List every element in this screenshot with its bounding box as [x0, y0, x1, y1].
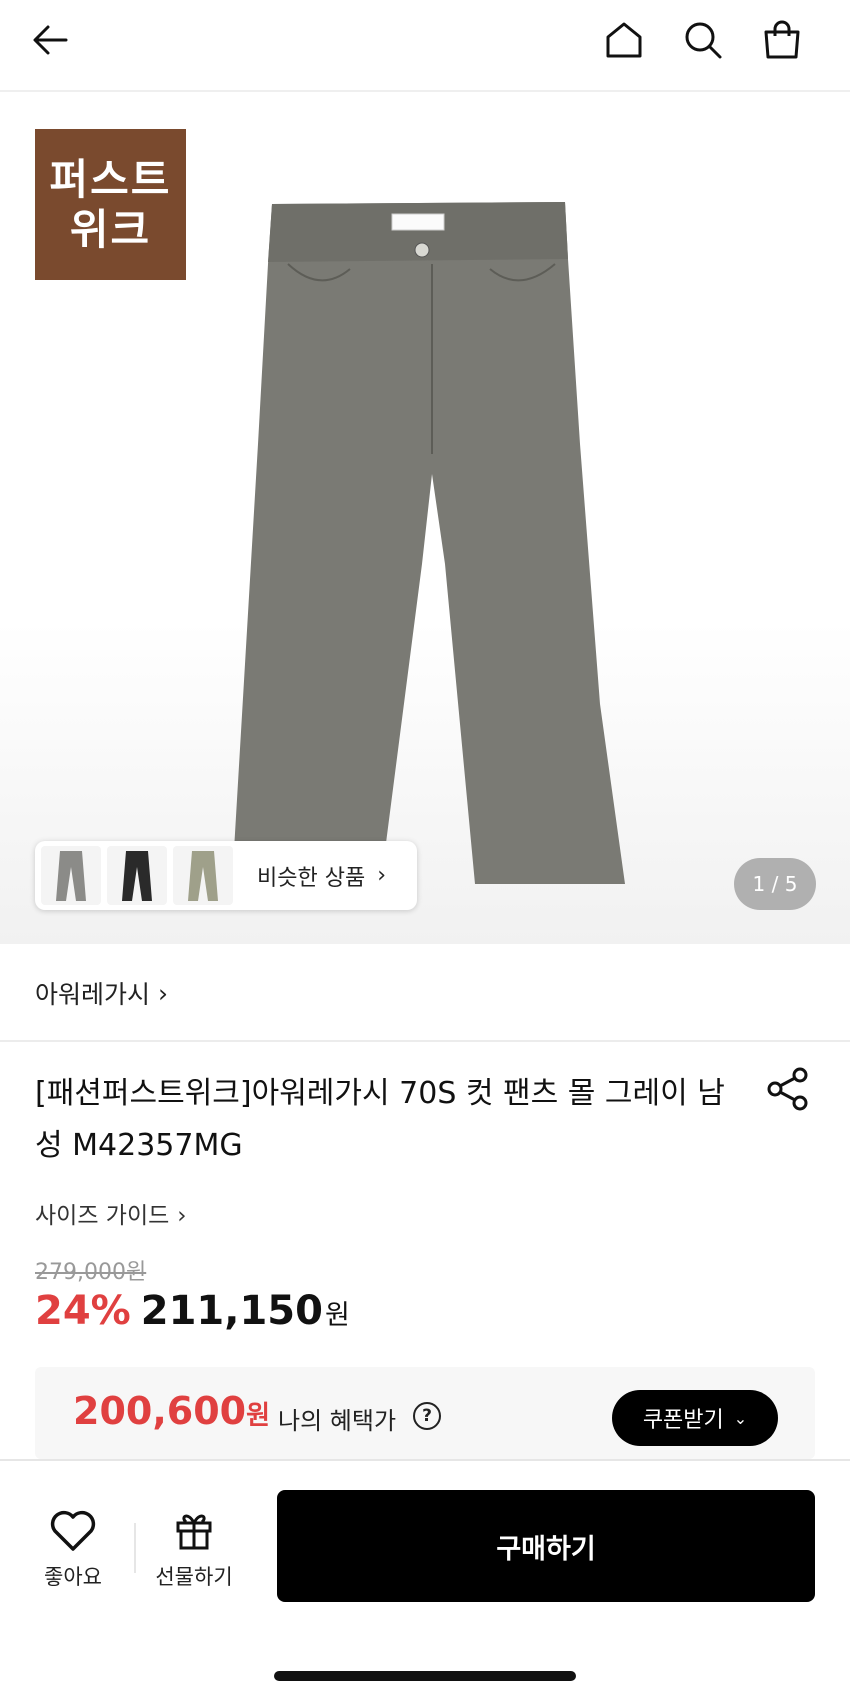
home-icon[interactable] — [598, 14, 650, 66]
gift-icon — [176, 1514, 212, 1550]
benefit-price-unit: 원 — [246, 1401, 270, 1431]
original-price: 279,000원 — [35, 1260, 147, 1285]
bottom-action-bar: 좋아요 선물하기 구매하기 — [0, 1459, 850, 1699]
benefit-price: 200,600원 — [73, 1389, 270, 1433]
image-counter: 1 / 5 — [734, 858, 816, 910]
brand-link[interactable]: 아워레가시 › — [0, 946, 850, 1042]
chevron-right-icon: › — [377, 863, 387, 888]
search-icon[interactable] — [677, 14, 729, 66]
similar-product-thumb-gray[interactable] — [41, 846, 101, 905]
shopping-bag-icon[interactable] — [756, 14, 808, 66]
badge-line-1: 퍼스트 — [49, 154, 172, 204]
promotion-badge: 퍼스트 위크 — [35, 129, 186, 280]
coupon-button[interactable]: 쿠폰받기 ⌄ — [612, 1390, 778, 1446]
similar-products-button[interactable]: 비슷한 상품 › — [35, 841, 417, 910]
help-icon[interactable]: ? — [413, 1402, 441, 1430]
chevron-down-icon: ⌄ — [733, 1408, 748, 1428]
like-button[interactable]: 좋아요 — [32, 1509, 114, 1591]
sale-price: 211,150 — [140, 1288, 323, 1334]
top-navigation-bar — [0, 0, 850, 92]
divider — [134, 1523, 136, 1573]
badge-line-2: 위크 — [69, 204, 152, 254]
price-unit: 원 — [324, 1300, 350, 1331]
benefit-label: 나의 혜택가 — [278, 1407, 397, 1435]
size-guide-label: 사이즈 가이드 — [35, 1203, 170, 1229]
back-arrow-icon[interactable] — [24, 14, 76, 66]
heart-icon — [50, 1510, 96, 1551]
benefit-price-value: 200,600 — [73, 1389, 247, 1433]
brand-name: 아워레가시 — [35, 980, 151, 1009]
chevron-right-icon: › — [158, 978, 169, 1008]
similar-products-label: 비슷한 상품 — [257, 865, 366, 891]
similar-product-thumb-black[interactable] — [107, 846, 167, 905]
discount-rate: 24% — [35, 1288, 131, 1334]
product-image-pants — [232, 202, 625, 884]
like-label: 좋아요 — [44, 1565, 102, 1589]
similar-product-thumb-olive[interactable] — [173, 846, 233, 905]
product-image-carousel[interactable]: 퍼스트 위크 비슷한 상품 › 1 / 5 — [0, 94, 850, 944]
gift-label: 선물하기 — [155, 1565, 233, 1589]
share-icon[interactable] — [765, 1066, 811, 1112]
chevron-right-icon: › — [177, 1203, 187, 1229]
gift-button[interactable]: 선물하기 — [150, 1509, 238, 1591]
benefit-price-box: 200,600원 나의 혜택가 ? 쿠폰받기 ⌄ — [35, 1367, 815, 1459]
size-guide-link[interactable]: 사이즈 가이드 › — [35, 1196, 186, 1230]
home-indicator — [274, 1671, 576, 1681]
sale-price-row: 24% 211,150 원 — [35, 1288, 350, 1334]
buy-button[interactable]: 구매하기 — [277, 1490, 815, 1602]
product-title: [패션퍼스트위크]아워레가시 70S 컷 팬츠 몰 그레이 남성 M42357M… — [35, 1076, 725, 1163]
coupon-label: 쿠폰받기 — [642, 1408, 724, 1433]
